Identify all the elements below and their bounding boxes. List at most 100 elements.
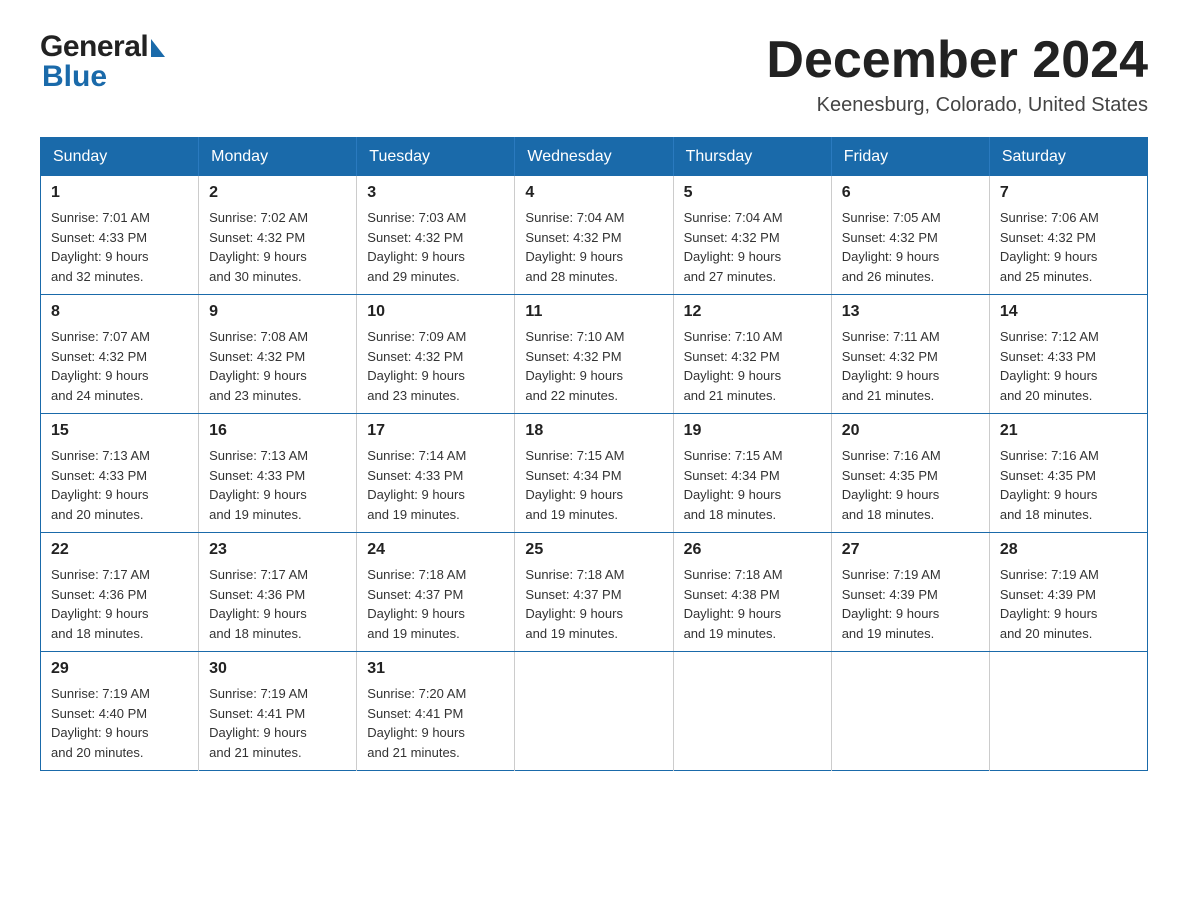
day-info: Sunrise: 7:09 AMSunset: 4:32 PMDaylight:… [367,327,504,405]
day-cell: 24 Sunrise: 7:18 AMSunset: 4:37 PMDaylig… [357,533,515,652]
location-text: Keenesburg, Colorado, United States [766,94,1148,117]
day-cell: 19 Sunrise: 7:15 AMSunset: 4:34 PMDaylig… [673,414,831,533]
day-info: Sunrise: 7:17 AMSunset: 4:36 PMDaylight:… [209,565,346,643]
day-cell [673,652,831,771]
day-cell: 13 Sunrise: 7:11 AMSunset: 4:32 PMDaylig… [831,295,989,414]
day-number: 3 [367,184,504,202]
weekday-header-tuesday: Tuesday [357,138,515,177]
weekday-header-sunday: Sunday [41,138,199,177]
day-info: Sunrise: 7:19 AMSunset: 4:40 PMDaylight:… [51,684,188,762]
day-cell [989,652,1147,771]
day-info: Sunrise: 7:16 AMSunset: 4:35 PMDaylight:… [842,446,979,524]
day-number: 6 [842,184,979,202]
day-cell: 9 Sunrise: 7:08 AMSunset: 4:32 PMDayligh… [199,295,357,414]
day-info: Sunrise: 7:08 AMSunset: 4:32 PMDaylight:… [209,327,346,405]
day-number: 11 [525,303,662,321]
day-number: 23 [209,541,346,559]
day-cell [515,652,673,771]
day-number: 15 [51,422,188,440]
day-number: 13 [842,303,979,321]
day-cell: 17 Sunrise: 7:14 AMSunset: 4:33 PMDaylig… [357,414,515,533]
day-cell: 31 Sunrise: 7:20 AMSunset: 4:41 PMDaylig… [357,652,515,771]
day-info: Sunrise: 7:04 AMSunset: 4:32 PMDaylight:… [684,208,821,286]
day-number: 29 [51,660,188,678]
day-cell: 29 Sunrise: 7:19 AMSunset: 4:40 PMDaylig… [41,652,199,771]
day-cell: 6 Sunrise: 7:05 AMSunset: 4:32 PMDayligh… [831,176,989,295]
weekday-header-friday: Friday [831,138,989,177]
day-cell: 8 Sunrise: 7:07 AMSunset: 4:32 PMDayligh… [41,295,199,414]
day-number: 22 [51,541,188,559]
day-cell: 14 Sunrise: 7:12 AMSunset: 4:33 PMDaylig… [989,295,1147,414]
day-number: 17 [367,422,504,440]
day-number: 14 [1000,303,1137,321]
day-cell: 27 Sunrise: 7:19 AMSunset: 4:39 PMDaylig… [831,533,989,652]
day-cell: 25 Sunrise: 7:18 AMSunset: 4:37 PMDaylig… [515,533,673,652]
day-number: 18 [525,422,662,440]
day-number: 5 [684,184,821,202]
day-cell: 23 Sunrise: 7:17 AMSunset: 4:36 PMDaylig… [199,533,357,652]
day-info: Sunrise: 7:01 AMSunset: 4:33 PMDaylight:… [51,208,188,286]
title-section: December 2024 Keenesburg, Colorado, Unit… [766,30,1148,117]
day-number: 10 [367,303,504,321]
day-cell: 22 Sunrise: 7:17 AMSunset: 4:36 PMDaylig… [41,533,199,652]
day-number: 31 [367,660,504,678]
weekday-header-monday: Monday [199,138,357,177]
logo: General Blue [40,30,165,94]
day-info: Sunrise: 7:18 AMSunset: 4:37 PMDaylight:… [367,565,504,643]
day-info: Sunrise: 7:18 AMSunset: 4:38 PMDaylight:… [684,565,821,643]
day-cell: 20 Sunrise: 7:16 AMSunset: 4:35 PMDaylig… [831,414,989,533]
day-cell [831,652,989,771]
logo-arrow-icon [151,39,165,57]
logo-blue-text: Blue [42,60,165,94]
day-cell: 7 Sunrise: 7:06 AMSunset: 4:32 PMDayligh… [989,176,1147,295]
day-number: 26 [684,541,821,559]
day-number: 1 [51,184,188,202]
day-info: Sunrise: 7:19 AMSunset: 4:39 PMDaylight:… [842,565,979,643]
day-info: Sunrise: 7:18 AMSunset: 4:37 PMDaylight:… [525,565,662,643]
month-title: December 2024 [766,30,1148,90]
day-info: Sunrise: 7:13 AMSunset: 4:33 PMDaylight:… [209,446,346,524]
calendar-table: SundayMondayTuesdayWednesdayThursdayFrid… [40,137,1148,771]
day-info: Sunrise: 7:19 AMSunset: 4:41 PMDaylight:… [209,684,346,762]
day-info: Sunrise: 7:20 AMSunset: 4:41 PMDaylight:… [367,684,504,762]
week-row-3: 15 Sunrise: 7:13 AMSunset: 4:33 PMDaylig… [41,414,1148,533]
page-header: General Blue December 2024 Keenesburg, C… [40,30,1148,117]
day-info: Sunrise: 7:07 AMSunset: 4:32 PMDaylight:… [51,327,188,405]
day-cell: 11 Sunrise: 7:10 AMSunset: 4:32 PMDaylig… [515,295,673,414]
day-cell: 26 Sunrise: 7:18 AMSunset: 4:38 PMDaylig… [673,533,831,652]
weekday-header-saturday: Saturday [989,138,1147,177]
day-cell: 28 Sunrise: 7:19 AMSunset: 4:39 PMDaylig… [989,533,1147,652]
day-info: Sunrise: 7:12 AMSunset: 4:33 PMDaylight:… [1000,327,1137,405]
day-number: 21 [1000,422,1137,440]
day-cell: 4 Sunrise: 7:04 AMSunset: 4:32 PMDayligh… [515,176,673,295]
day-number: 25 [525,541,662,559]
day-number: 2 [209,184,346,202]
day-info: Sunrise: 7:16 AMSunset: 4:35 PMDaylight:… [1000,446,1137,524]
day-number: 12 [684,303,821,321]
day-number: 19 [684,422,821,440]
day-cell: 18 Sunrise: 7:15 AMSunset: 4:34 PMDaylig… [515,414,673,533]
day-info: Sunrise: 7:04 AMSunset: 4:32 PMDaylight:… [525,208,662,286]
week-row-5: 29 Sunrise: 7:19 AMSunset: 4:40 PMDaylig… [41,652,1148,771]
day-cell: 21 Sunrise: 7:16 AMSunset: 4:35 PMDaylig… [989,414,1147,533]
day-number: 4 [525,184,662,202]
weekday-header-row: SundayMondayTuesdayWednesdayThursdayFrid… [41,138,1148,177]
day-cell: 3 Sunrise: 7:03 AMSunset: 4:32 PMDayligh… [357,176,515,295]
day-number: 28 [1000,541,1137,559]
day-info: Sunrise: 7:11 AMSunset: 4:32 PMDaylight:… [842,327,979,405]
day-cell: 16 Sunrise: 7:13 AMSunset: 4:33 PMDaylig… [199,414,357,533]
day-info: Sunrise: 7:10 AMSunset: 4:32 PMDaylight:… [684,327,821,405]
week-row-1: 1 Sunrise: 7:01 AMSunset: 4:33 PMDayligh… [41,176,1148,295]
week-row-4: 22 Sunrise: 7:17 AMSunset: 4:36 PMDaylig… [41,533,1148,652]
day-info: Sunrise: 7:19 AMSunset: 4:39 PMDaylight:… [1000,565,1137,643]
day-cell: 15 Sunrise: 7:13 AMSunset: 4:33 PMDaylig… [41,414,199,533]
day-number: 8 [51,303,188,321]
weekday-header-wednesday: Wednesday [515,138,673,177]
day-info: Sunrise: 7:14 AMSunset: 4:33 PMDaylight:… [367,446,504,524]
day-info: Sunrise: 7:02 AMSunset: 4:32 PMDaylight:… [209,208,346,286]
logo-general-text: General [40,30,148,64]
day-cell: 2 Sunrise: 7:02 AMSunset: 4:32 PMDayligh… [199,176,357,295]
day-number: 16 [209,422,346,440]
weekday-header-thursday: Thursday [673,138,831,177]
day-cell: 5 Sunrise: 7:04 AMSunset: 4:32 PMDayligh… [673,176,831,295]
